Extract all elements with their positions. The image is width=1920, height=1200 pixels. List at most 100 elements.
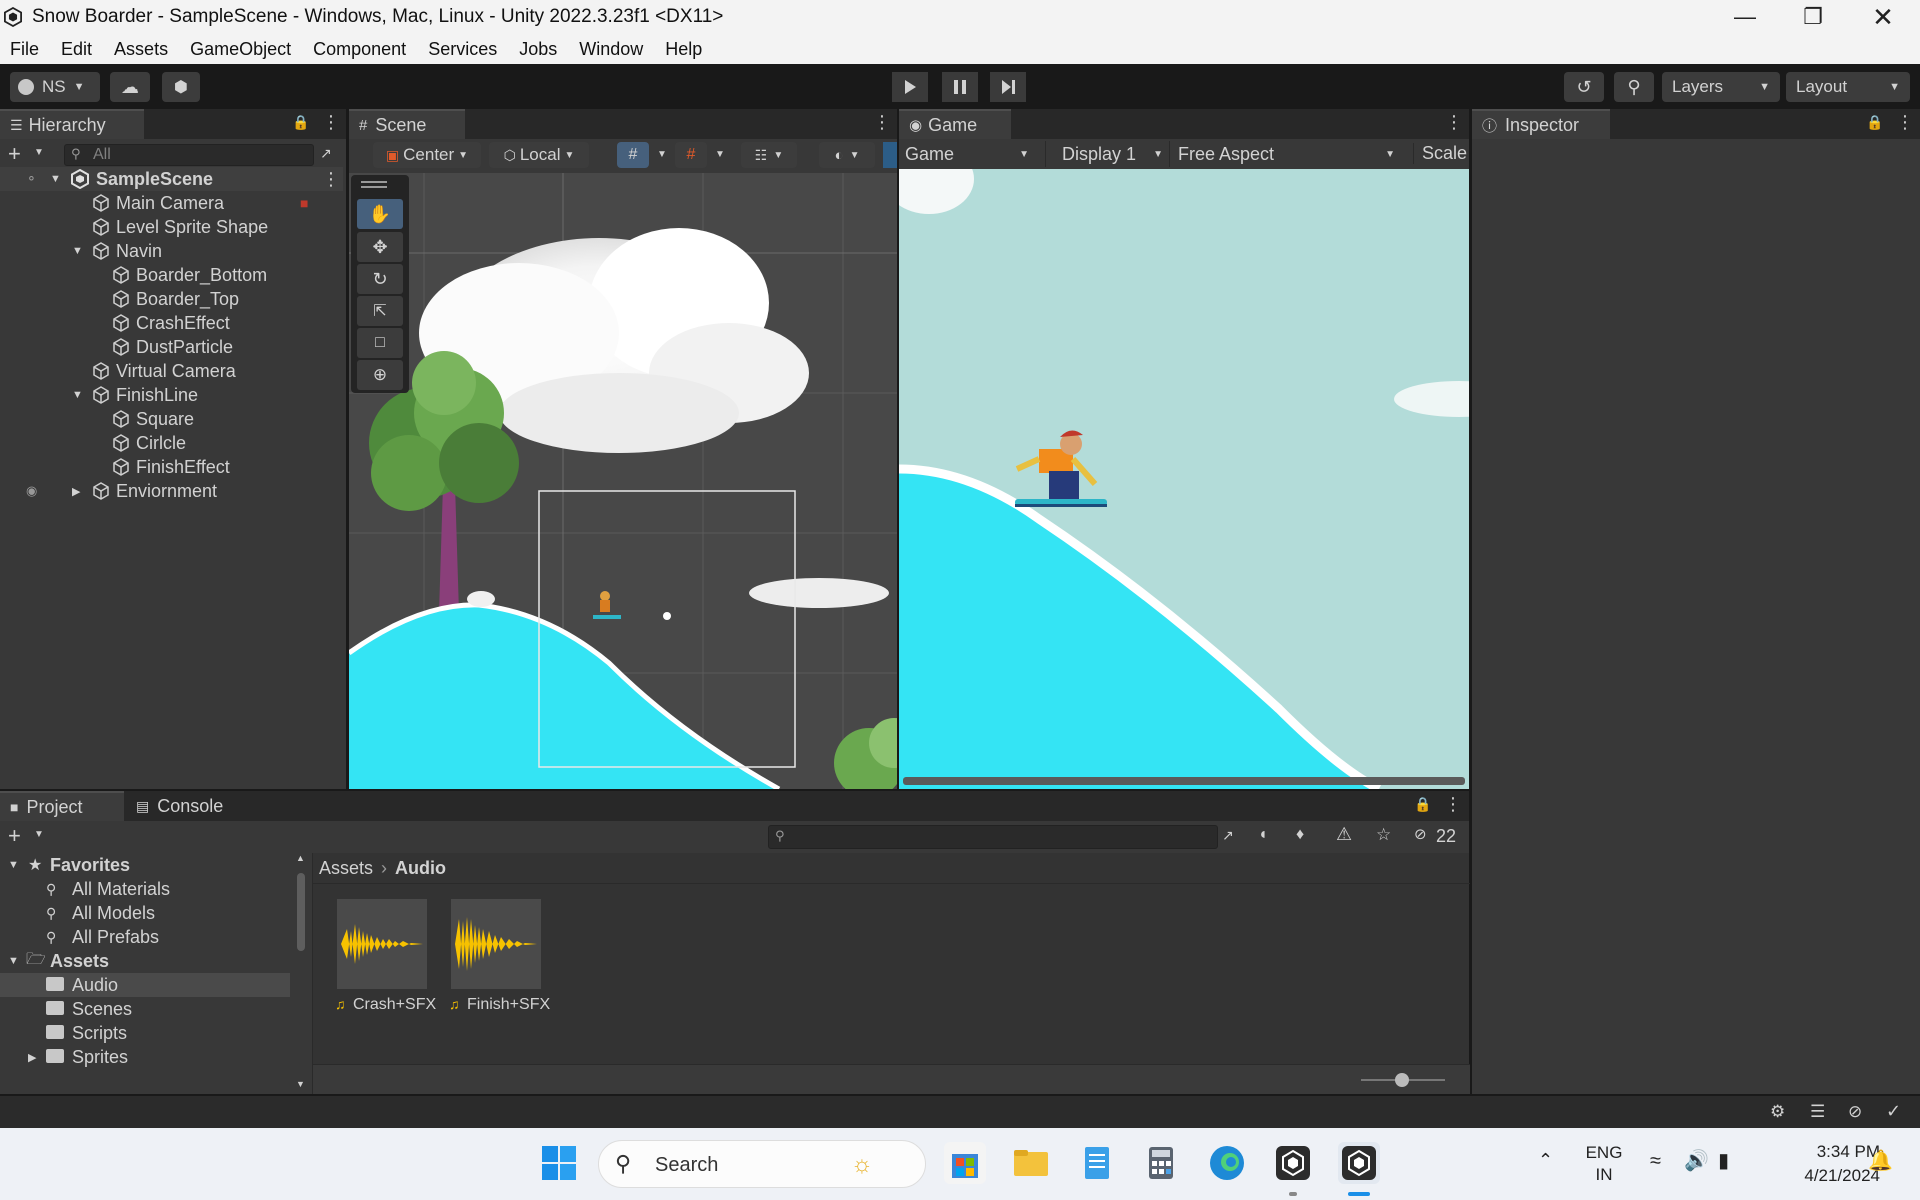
hierarchy-item[interactable]: Main Camera ■ — [0, 191, 343, 215]
hidden-packages-icon[interactable]: ⊘ — [1414, 825, 1427, 843]
breadcrumb-audio[interactable]: Audio — [395, 858, 446, 879]
windows-start-icon[interactable] — [540, 1144, 578, 1182]
lock-icon[interactable]: 🔒 — [1866, 114, 1883, 131]
cloud-button[interactable]: ☁ — [110, 72, 150, 102]
search-by-type-icon[interactable]: ◖ — [1258, 826, 1268, 844]
hierarchy-item[interactable]: ▼ Navin — [0, 239, 343, 263]
project-search-input[interactable]: ⚲ — [768, 825, 1218, 849]
chevron-down-icon[interactable]: ▼ — [34, 147, 44, 158]
chevron-down-icon[interactable]: ▼ — [34, 829, 44, 840]
more-options-icon[interactable]: ⋮ — [1445, 112, 1463, 133]
space-dropdown[interactable]: ⬡ Local ▼ — [489, 142, 589, 168]
unity-editor-icon[interactable] — [1338, 1142, 1380, 1184]
asset-folder-item[interactable]: ▶ Sprites — [0, 1045, 290, 1069]
unity-hub-icon[interactable] — [1272, 1142, 1314, 1184]
more-options-icon[interactable]: ⋮ — [322, 112, 340, 133]
hierarchy-item[interactable]: Virtual Camera — [0, 359, 343, 383]
scene-toolbar-overflow[interactable] — [883, 142, 897, 168]
close-button[interactable]: ✕ — [1850, 0, 1916, 34]
menu-services[interactable]: Services — [428, 39, 497, 60]
icon-size-slider-handle[interactable] — [1395, 1073, 1409, 1087]
add-icon[interactable]: + — [8, 823, 21, 849]
minimize-button[interactable]: — — [1712, 0, 1778, 34]
game-viewport[interactable] — [899, 169, 1469, 789]
ruler-dropdown[interactable]: ☷ ▼ — [741, 142, 797, 168]
language-indicator[interactable]: ENG IN — [1582, 1142, 1626, 1186]
hierarchy-item[interactable]: Square — [0, 407, 343, 431]
collab-button[interactable]: ⬢ — [162, 72, 200, 102]
asset-crash-sfx[interactable]: ♫ Crash+SFX — [335, 899, 436, 1019]
hierarchy-search-input[interactable]: ⚲ All — [64, 144, 314, 166]
asset-folder-item[interactable]: Scripts — [0, 1021, 290, 1045]
hand-tool-button[interactable]: ✋ — [357, 199, 403, 229]
search-button[interactable]: ⚲ — [1614, 72, 1654, 102]
debug-icon[interactable]: ⚙ — [1770, 1102, 1785, 1122]
game-scrollbar[interactable] — [903, 777, 1465, 785]
hierarchy-item[interactable]: CrashEffect — [0, 311, 343, 335]
scene-viewport[interactable]: ✋ ✥ ↻ ⇱ □ ⊕ — [349, 173, 897, 789]
chevron-up-icon[interactable]: ⌃ — [1538, 1150, 1553, 1171]
history-button[interactable]: ↺ — [1564, 72, 1604, 102]
asset-folder-item[interactable]: Scenes — [0, 997, 290, 1021]
asset-folder-item[interactable]: Audio — [0, 973, 290, 997]
volume-icon[interactable]: 🔊 — [1684, 1148, 1709, 1173]
expand-arrow-icon[interactable]: ▶ — [72, 485, 80, 498]
step-button[interactable] — [990, 72, 1026, 102]
visibility-icon[interactable]: ⚬ — [26, 171, 37, 187]
tab-project[interactable]: ■ Project — [0, 791, 124, 821]
draw-mode-dropdown[interactable]: ◐ ▼ — [819, 142, 875, 168]
grid-snap-toggle[interactable]: # — [617, 142, 649, 168]
play-button[interactable] — [892, 72, 928, 102]
rect-tool-button[interactable]: □ — [357, 328, 403, 358]
layers-dropdown[interactable]: Layers ▼ — [1662, 72, 1780, 102]
display-dropdown[interactable]: Display 1 ▼ — [1045, 141, 1169, 167]
pause-button[interactable] — [942, 72, 978, 102]
scale-label[interactable]: Scale — [1413, 143, 1467, 164]
hierarchy-item[interactable]: Boarder_Bottom — [0, 263, 343, 287]
hierarchy-item[interactable]: ▼ FinishLine — [0, 383, 343, 407]
tab-console[interactable]: ▤ Console — [126, 791, 250, 821]
calculator-icon[interactable] — [1140, 1142, 1182, 1184]
restore-button[interactable]: ❐ — [1780, 0, 1846, 34]
cache-server-icon[interactable]: ☰ — [1810, 1102, 1825, 1122]
tab-game[interactable]: ◉ Game — [899, 109, 1011, 139]
menu-gameobject[interactable]: GameObject — [190, 39, 291, 60]
battery-icon[interactable]: ▮ — [1718, 1148, 1729, 1173]
menu-component[interactable]: Component — [313, 39, 406, 60]
menu-assets[interactable]: Assets — [114, 39, 168, 60]
more-options-icon[interactable]: ⋮ — [322, 169, 340, 190]
game-mode-dropdown[interactable]: Game ▼ — [905, 141, 1035, 167]
hierarchy-item[interactable]: DustParticle — [0, 335, 343, 359]
expand-search-icon[interactable]: ↗ — [1222, 827, 1234, 844]
hierarchy-item[interactable]: Cirlcle — [0, 431, 343, 455]
breadcrumb-assets[interactable]: Assets — [319, 858, 373, 879]
hierarchy-item[interactable]: ▶ Enviornment ◉ — [0, 479, 343, 503]
notepad-icon[interactable] — [1076, 1142, 1118, 1184]
folder-tree-scrollbar[interactable]: ▲ ▼ — [294, 853, 308, 1094]
label-tag-icon[interactable]: ♦ — [1296, 826, 1304, 844]
visibility-icon[interactable]: ◉ — [26, 483, 37, 499]
expand-arrow-icon[interactable]: ▼ — [50, 173, 61, 185]
menu-window[interactable]: Window — [579, 39, 643, 60]
chevron-down-icon[interactable]: ▼ — [715, 149, 725, 160]
tab-scene[interactable]: # Scene — [349, 109, 465, 139]
wifi-icon[interactable]: ≈ — [1650, 1150, 1661, 1173]
scale-tool-button[interactable]: ⇱ — [357, 296, 403, 326]
expand-arrow-icon[interactable]: ▼ — [72, 389, 83, 401]
pivot-dropdown[interactable]: ▣ Center ▼ — [373, 142, 481, 168]
tab-inspector[interactable]: ⓘ Inspector — [1472, 109, 1610, 139]
hierarchy-item[interactable]: Boarder_Top — [0, 287, 343, 311]
warning-icon[interactable]: ⚠ — [1336, 824, 1352, 845]
hierarchy-scene-row[interactable]: ⚬ ▼ SampleScene ⋮ — [0, 167, 343, 191]
expand-arrow-icon[interactable]: ▶ — [28, 1051, 36, 1064]
notification-bell-icon[interactable]: 🔔 — [1868, 1148, 1893, 1173]
boarder-sprite[interactable] — [593, 591, 621, 619]
more-options-icon[interactable]: ⋮ — [873, 112, 891, 133]
tab-hierarchy[interactable]: ☰ Hierarchy — [0, 109, 144, 139]
expand-search-icon[interactable]: ↗ — [320, 145, 332, 162]
transform-tool-button[interactable]: ⊕ — [357, 360, 403, 390]
clock[interactable]: 3:34 PM 4/21/2024 — [1760, 1140, 1880, 1188]
check-icon[interactable]: ✓ — [1886, 1101, 1901, 1122]
star-icon[interactable]: ☆ — [1376, 825, 1391, 845]
edge-browser-icon[interactable] — [1206, 1142, 1248, 1184]
